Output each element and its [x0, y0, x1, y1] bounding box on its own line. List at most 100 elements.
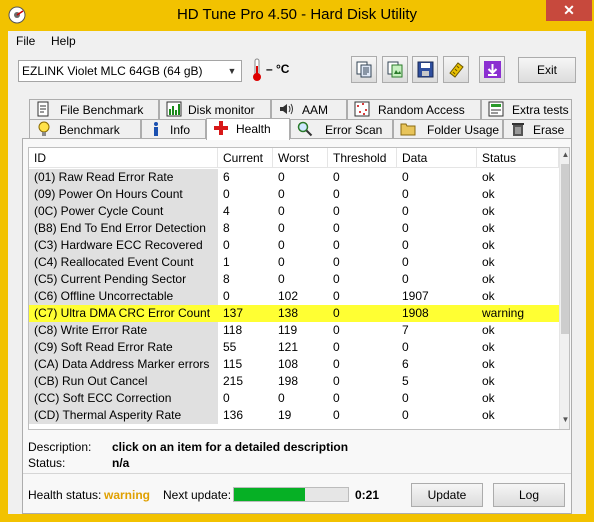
cell-data: 7 — [402, 323, 409, 337]
column-header-id[interactable]: ID — [29, 148, 218, 168]
progress-fill — [234, 488, 305, 501]
tab-info[interactable]: Info — [141, 119, 206, 139]
tab-error-scan[interactable]: Error Scan — [290, 119, 393, 139]
cell-id: (CB) Run Out Cancel — [29, 373, 218, 390]
drive-selector[interactable]: EZLINK Violet MLC 64GB (64 gB) ▼ — [18, 60, 242, 82]
column-header-status[interactable]: Status — [477, 148, 559, 168]
update-progress-bar — [233, 487, 349, 502]
copy-text-icon — [356, 61, 372, 78]
scroll-up-icon[interactable]: ▲ — [560, 150, 569, 162]
cell-id: (CC) Soft ECC Correction — [29, 390, 218, 407]
health-cross-icon — [214, 121, 228, 135]
tab-disk-monitor[interactable]: Disk monitor — [159, 99, 271, 119]
download-button[interactable] — [479, 56, 505, 83]
tab-label: Disk monitor — [188, 103, 255, 117]
tab-aam[interactable]: AAM — [271, 99, 347, 119]
cell-current: 6 — [223, 170, 230, 184]
tab-health[interactable]: Health — [206, 118, 290, 140]
cell-data: 0 — [402, 170, 409, 184]
cell-worst: 102 — [278, 289, 299, 303]
tab-random-access[interactable]: Random Access — [347, 99, 481, 119]
cell-id: (C9) Soft Read Error Rate — [29, 339, 218, 356]
menu-bar: File Help — [8, 31, 586, 51]
tab-label: Error Scan — [325, 123, 383, 137]
table-row[interactable]: (CC) Soft ECC Correction 0 0 0 0 ok — [29, 390, 559, 407]
table-row[interactable]: (B8) End To End Error Detection 8 0 0 0 ok — [29, 220, 559, 237]
table-row[interactable]: (C3) Hardware ECC Recovered 0 0 0 0 ok — [29, 237, 559, 254]
log-button[interactable]: Log — [493, 483, 565, 507]
tab-row-bottom: Benchmark Info Health Error Scan Folder … — [22, 118, 572, 140]
cell-worst: 0 — [278, 187, 285, 201]
column-header-current[interactable]: Current — [218, 148, 273, 168]
cell-threshold: 0 — [333, 289, 340, 303]
table-row[interactable]: (C4) Reallocated Event Count 1 0 0 0 ok — [29, 254, 559, 271]
cell-data: 0 — [402, 204, 409, 218]
save-button[interactable] — [412, 56, 438, 83]
cell-threshold: 0 — [333, 374, 340, 388]
table-row[interactable]: (C8) Write Error Rate 118 119 0 7 ok — [29, 322, 559, 339]
copy-text-button[interactable] — [351, 56, 377, 83]
vertical-scrollbar[interactable]: ▲ ▼ — [559, 148, 569, 429]
table-row[interactable]: (C9) Soft Read Error Rate 55 121 0 0 ok — [29, 339, 559, 356]
update-timer: 0:21 — [355, 488, 380, 502]
table-row[interactable]: (C7) Ultra DMA CRC Error Count 137 138 0 190… — [29, 305, 559, 322]
cell-status: ok — [482, 204, 495, 218]
exit-button[interactable]: Exit — [518, 57, 576, 83]
cell-threshold: 0 — [333, 272, 340, 286]
cell-data: 0 — [402, 187, 409, 201]
tab-extra-tests[interactable]: Extra tests — [481, 99, 572, 119]
temperature-readout: – °C — [266, 62, 290, 76]
column-header-worst[interactable]: Worst — [273, 148, 328, 168]
table-row[interactable]: (0C) Power Cycle Count 4 0 0 0 ok — [29, 203, 559, 220]
tab-label: Folder Usage — [427, 123, 500, 137]
thermometer-icon — [253, 58, 261, 81]
cell-worst: 119 — [278, 323, 298, 337]
options-button[interactable] — [443, 56, 469, 83]
cell-worst: 0 — [278, 221, 285, 235]
health-panel: ID Current Worst Threshold Data Status (… — [22, 138, 572, 514]
update-button[interactable]: Update — [411, 483, 483, 507]
cell-id: (C3) Hardware ECC Recovered — [29, 237, 218, 254]
menu-file[interactable]: File — [16, 34, 35, 48]
smart-table[interactable]: ID Current Worst Threshold Data Status (… — [28, 147, 570, 430]
app-window: HD Tune Pro 4.50 - Hard Disk Utility ✕ F… — [0, 0, 594, 522]
cell-worst: 108 — [278, 357, 299, 371]
cell-data: 0 — [402, 221, 409, 235]
tab-erase[interactable]: Erase — [503, 119, 572, 139]
cell-threshold: 0 — [333, 187, 340, 201]
column-header-data[interactable]: Data — [397, 148, 477, 168]
cell-data: 0 — [402, 340, 409, 354]
tab-benchmark[interactable]: Benchmark — [29, 119, 141, 139]
health-status-value: warning — [104, 488, 151, 502]
table-row[interactable]: (01) Raw Read Error Rate 6 0 0 0 ok — [29, 169, 559, 186]
cell-worst: 19 — [278, 408, 292, 422]
cell-id: (C8) Write Error Rate — [29, 322, 218, 339]
table-row[interactable]: (CD) Thermal Asperity Rate 136 19 0 0 ok — [29, 407, 559, 424]
cell-worst: 0 — [278, 170, 285, 184]
column-header-threshold[interactable]: Threshold — [328, 148, 397, 168]
cell-worst: 198 — [278, 374, 299, 388]
tab-file-benchmark[interactable]: File Benchmark — [29, 99, 159, 119]
menu-help[interactable]: Help — [51, 34, 76, 48]
table-row[interactable]: (CA) Data Address Marker errors 115 108 0 6 o… — [29, 356, 559, 373]
title-bar[interactable]: HD Tune Pro 4.50 - Hard Disk Utility ✕ — [0, 0, 594, 32]
info-icon — [154, 122, 158, 136]
close-window-button[interactable]: ✕ — [546, 0, 592, 21]
tab-label: AAM — [302, 103, 329, 117]
cell-current: 136 — [223, 408, 244, 422]
scroll-down-icon[interactable]: ▼ — [560, 415, 569, 427]
cell-status: ok — [482, 374, 495, 388]
tab-folder-usage[interactable]: Folder Usage — [393, 119, 503, 139]
cell-current: 8 — [223, 272, 230, 286]
table-row[interactable]: (C6) Offline Uncorrectable 0 102 0 1907 ok — [29, 288, 559, 305]
table-row[interactable]: (CB) Run Out Cancel 215 198 0 5 ok — [29, 373, 559, 390]
cell-id: (CD) Thermal Asperity Rate — [29, 407, 218, 424]
scroll-thumb[interactable] — [561, 164, 569, 334]
copy-screenshot-button[interactable] — [382, 56, 408, 83]
tab-label: Erase — [533, 123, 565, 137]
table-row[interactable]: (C5) Current Pending Sector 8 0 0 0 ok — [29, 271, 559, 288]
table-row[interactable]: (09) Power On Hours Count 0 0 0 0 ok — [29, 186, 559, 203]
file-benchmark-icon — [37, 101, 49, 117]
cell-threshold: 0 — [333, 391, 340, 405]
download-icon — [484, 61, 501, 78]
